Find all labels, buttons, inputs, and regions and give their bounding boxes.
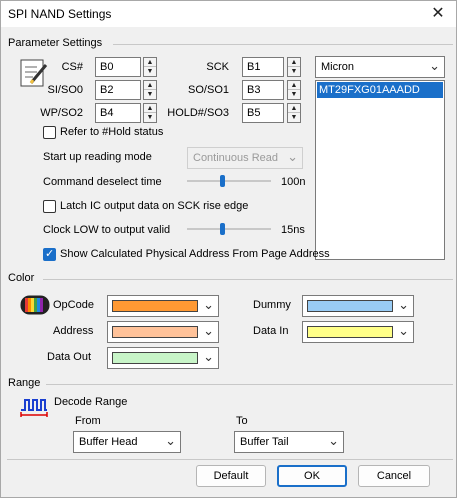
ok-button[interactable]: OK	[277, 465, 347, 487]
chevron-down-icon[interactable]: ⌄	[203, 349, 214, 365]
si-so0-field[interactable]: B2	[95, 80, 141, 100]
chevron-down-icon[interactable]: ⌄	[398, 323, 409, 339]
latch-checkbox[interactable]	[43, 200, 56, 213]
sck-label: SCK	[206, 61, 229, 73]
si-so0-label: SI/SO0	[47, 84, 83, 96]
chevron-down-icon: ⌄	[287, 149, 298, 164]
default-button[interactable]: Default	[196, 465, 266, 487]
data-out-color-swatch	[112, 352, 198, 364]
refer-hold-checkbox[interactable]	[43, 126, 56, 139]
cs-spinner[interactable]: ▲ ▼	[143, 57, 157, 77]
chevron-down-icon[interactable]: ⌄	[165, 433, 176, 449]
vendor-select-value: Micron	[321, 61, 355, 73]
data-in-color-select[interactable]: ⌄	[302, 321, 414, 343]
spin-down-icon[interactable]: ▼	[288, 90, 300, 99]
chevron-down-icon[interactable]: ⌄	[328, 433, 339, 449]
data-in-color-swatch	[307, 326, 393, 338]
so-so1-field[interactable]: B3	[242, 80, 284, 100]
opcode-color-swatch	[112, 300, 198, 312]
vendor-select[interactable]: Micron ⌄	[315, 56, 445, 78]
clock-low-slider[interactable]	[187, 228, 271, 230]
chevron-down-icon[interactable]: ⌄	[203, 323, 214, 339]
dummy-color-select[interactable]: ⌄	[302, 295, 414, 317]
spi-nand-settings-dialog: SPI NAND Settings ✕ Parameter Settings C…	[0, 0, 457, 498]
close-icon[interactable]: ✕	[428, 4, 448, 24]
cmd-deselect-label: Command deselect time	[43, 176, 162, 188]
cs-label: CS#	[61, 61, 83, 73]
cmd-deselect-slider[interactable]	[187, 180, 271, 182]
window-title: SPI NAND Settings	[8, 7, 112, 21]
from-label: From	[75, 415, 101, 427]
clock-low-slider-thumb[interactable]	[220, 223, 226, 235]
data-out-label: Data Out	[47, 351, 92, 363]
cmd-deselect-value: 100n	[281, 176, 306, 188]
color-palette-icon	[20, 295, 50, 315]
spin-down-icon[interactable]: ▼	[288, 113, 300, 122]
range-group-title: Range	[8, 377, 47, 389]
divider	[113, 44, 453, 45]
decode-range-label: Decode Range	[54, 396, 128, 408]
spin-down-icon[interactable]: ▼	[144, 90, 156, 99]
spin-down-icon[interactable]: ▼	[144, 67, 156, 76]
divider	[43, 279, 453, 280]
spin-up-icon[interactable]: ▲	[144, 104, 156, 113]
device-list-item-selected[interactable]: MT29FXG01AAADD	[317, 82, 443, 98]
wp-so2-field[interactable]: B4	[95, 103, 141, 123]
spin-up-icon[interactable]: ▲	[144, 58, 156, 67]
address-label: Address	[53, 325, 94, 337]
clock-low-value: 15ns	[281, 224, 305, 236]
chevron-down-icon[interactable]: ⌄	[429, 58, 440, 74]
data-out-color-select[interactable]: ⌄	[107, 347, 219, 369]
si-so0-spinner[interactable]: ▲ ▼	[143, 80, 157, 100]
hold-so3-spinner[interactable]: ▲ ▼	[287, 103, 301, 123]
spin-up-icon[interactable]: ▲	[144, 81, 156, 90]
cancel-button[interactable]: Cancel	[358, 465, 430, 487]
divider	[7, 459, 453, 460]
spin-down-icon[interactable]: ▼	[288, 67, 300, 76]
dummy-color-swatch	[307, 300, 393, 312]
so-so1-label: SO/SO1	[188, 84, 229, 96]
wp-so2-spinner[interactable]: ▲ ▼	[143, 103, 157, 123]
parameter-settings-title: Parameter Settings	[8, 37, 109, 49]
title-bar: SPI NAND Settings ✕	[1, 1, 456, 27]
startup-mode-value: Continuous Read	[193, 152, 279, 164]
address-color-select[interactable]: ⌄	[107, 321, 219, 343]
clock-low-label: Clock LOW to output valid	[43, 224, 171, 236]
spin-up-icon[interactable]: ▲	[288, 104, 300, 113]
wp-so2-label: WP/SO2	[40, 107, 83, 119]
chevron-down-icon[interactable]: ⌄	[203, 297, 214, 313]
to-label: To	[236, 415, 248, 427]
startup-mode-label: Start up reading mode	[43, 151, 152, 163]
address-color-swatch	[112, 326, 198, 338]
device-listbox[interactable]: MT29FXG01AAADD	[315, 80, 445, 260]
show-calc-checkbox[interactable]	[43, 247, 56, 261]
waveform-range-icon	[20, 399, 48, 417]
divider	[46, 384, 453, 385]
latch-label: Latch IC output data on SCK rise edge	[60, 200, 249, 212]
cs-field[interactable]: B0	[95, 57, 141, 77]
show-calc-label: Show Calculated Physical Address From Pa…	[60, 248, 330, 260]
refer-hold-label: Refer to #Hold status	[60, 126, 164, 138]
dummy-label: Dummy	[253, 299, 291, 311]
sck-spinner[interactable]: ▲ ▼	[287, 57, 301, 77]
spin-up-icon[interactable]: ▲	[288, 58, 300, 67]
range-to-select[interactable]: Buffer Tail ⌄	[234, 431, 344, 453]
range-to-value: Buffer Tail	[240, 436, 289, 448]
cmd-deselect-slider-thumb[interactable]	[220, 175, 226, 187]
so-so1-spinner[interactable]: ▲ ▼	[287, 80, 301, 100]
range-from-select[interactable]: Buffer Head ⌄	[73, 431, 181, 453]
spin-up-icon[interactable]: ▲	[288, 81, 300, 90]
data-in-label: Data In	[253, 325, 289, 337]
chevron-down-icon[interactable]: ⌄	[398, 297, 409, 313]
color-group-title: Color	[8, 272, 41, 284]
sck-field[interactable]: B1	[242, 57, 284, 77]
startup-mode-select: Continuous Read ⌄	[187, 147, 303, 169]
hold-so3-field[interactable]: B5	[242, 103, 284, 123]
spin-down-icon[interactable]: ▼	[144, 113, 156, 122]
opcode-color-select[interactable]: ⌄	[107, 295, 219, 317]
hold-so3-label: HOLD#/SO3	[167, 107, 229, 119]
opcode-label: OpCode	[53, 299, 94, 311]
range-from-value: Buffer Head	[79, 436, 138, 448]
